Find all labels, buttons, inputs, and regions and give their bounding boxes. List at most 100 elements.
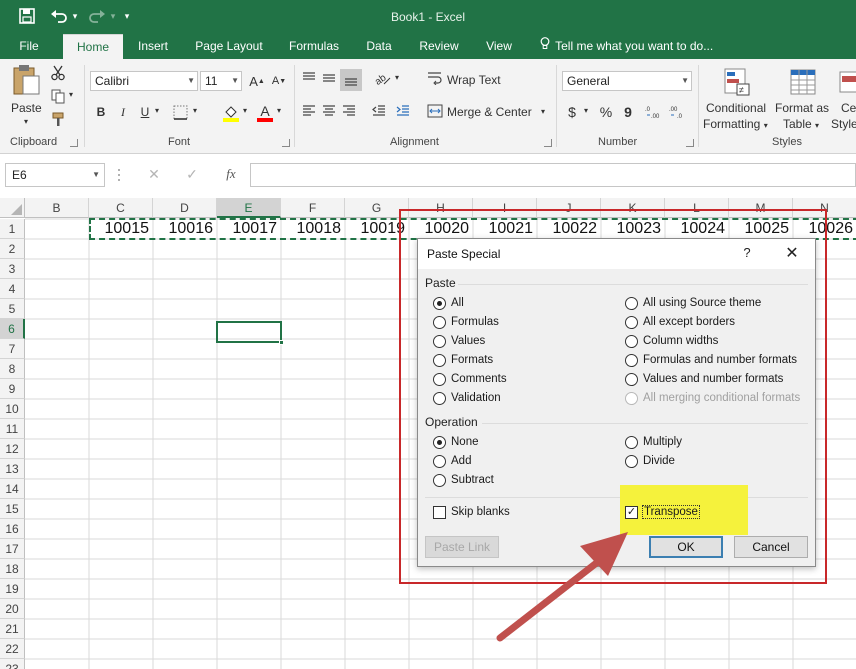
paste-all-option[interactable]: All — [433, 295, 464, 311]
row-header[interactable]: 20 — [0, 599, 25, 619]
tab-review[interactable]: Review — [412, 34, 466, 59]
column-header[interactable]: B — [25, 198, 89, 218]
cell-styles-label[interactable]: Ce — [841, 101, 856, 115]
paste-button[interactable]: Paste — [11, 101, 42, 115]
row-header[interactable]: 7 — [0, 339, 25, 359]
paste-dropdown-icon[interactable]: ▾ — [24, 117, 28, 126]
tab-formulas[interactable]: Formulas — [282, 34, 346, 59]
insert-function-icon[interactable]: fx — [220, 166, 242, 184]
grow-font-button[interactable]: A ▲ — [248, 71, 266, 91]
paste-icon[interactable] — [8, 63, 44, 97]
radio[interactable] — [625, 296, 638, 310]
number-format-select[interactable]: General ▼ — [562, 71, 692, 91]
tab-file[interactable]: File — [8, 34, 50, 59]
row-header[interactable]: 22 — [0, 639, 25, 659]
operation-none-option[interactable]: None — [433, 434, 479, 450]
row-header[interactable]: 16 — [0, 519, 25, 539]
row-header[interactable]: 6 — [0, 319, 25, 339]
row-header[interactable]: 4 — [0, 279, 25, 299]
row-header[interactable]: 5 — [0, 299, 25, 319]
row-header[interactable]: 2 — [0, 239, 25, 259]
fill-handle[interactable] — [279, 340, 284, 345]
tab-home[interactable]: Home — [63, 34, 123, 59]
operation-subtract-option[interactable]: Subtract — [433, 472, 494, 488]
comma-button[interactable]: 9 — [620, 102, 636, 122]
tab-insert[interactable]: Insert — [130, 34, 176, 59]
percent-button[interactable]: % — [597, 102, 615, 122]
cut-icon[interactable] — [48, 63, 68, 83]
radio[interactable] — [433, 353, 446, 367]
ok-button[interactable]: OK — [649, 536, 723, 558]
paste-except-borders-option[interactable]: All except borders — [625, 314, 735, 330]
row-header[interactable]: 1 — [0, 219, 25, 239]
underline-button[interactable]: U — [136, 102, 154, 122]
wrap-text-icon[interactable] — [426, 69, 444, 87]
radio[interactable] — [625, 315, 638, 329]
row-header[interactable]: 3 — [0, 259, 25, 279]
merge-center-icon[interactable] — [426, 102, 444, 120]
number-launcher-icon[interactable] — [686, 139, 694, 147]
select-all-corner[interactable] — [0, 198, 25, 218]
paste-formats-option[interactable]: Formats — [433, 352, 493, 368]
row-header[interactable]: 11 — [0, 419, 25, 439]
format-as-table-label-2[interactable]: Table ▾ — [783, 117, 819, 131]
orientation-dropdown-icon[interactable]: ▾ — [395, 73, 399, 82]
decrease-decimal-icon[interactable]: .00.0 — [668, 102, 688, 122]
align-right-icon[interactable] — [340, 102, 358, 120]
align-left-icon[interactable] — [300, 102, 318, 120]
format-as-table-icon[interactable] — [788, 65, 818, 99]
copy-dropdown-icon[interactable]: ▾ — [69, 90, 73, 99]
paste-column-widths-option[interactable]: Column widths — [625, 333, 718, 349]
row-header[interactable]: 21 — [0, 619, 25, 639]
conditional-formatting-label[interactable]: Conditional — [706, 101, 766, 115]
shrink-font-button[interactable]: A ▼ — [270, 71, 288, 91]
radio[interactable] — [433, 473, 446, 487]
bottom-align-icon[interactable] — [340, 69, 362, 91]
close-icon[interactable]: ✕ — [781, 243, 803, 265]
conditional-formatting-label-2[interactable]: Formatting ▾ — [703, 117, 768, 131]
clipboard-launcher-icon[interactable] — [70, 139, 78, 147]
tab-data[interactable]: Data — [358, 34, 400, 59]
tab-page-layout[interactable]: Page Layout — [188, 34, 270, 59]
increase-decimal-icon[interactable]: .0.00 — [644, 102, 664, 122]
row-header[interactable]: 18 — [0, 559, 25, 579]
radio[interactable] — [625, 454, 638, 468]
format-as-table-label[interactable]: Format as — [775, 101, 829, 115]
currency-button[interactable]: $ — [564, 102, 580, 122]
row-header[interactable]: 17 — [0, 539, 25, 559]
cancel-entry-icon[interactable]: ✕ — [145, 166, 163, 184]
radio[interactable] — [625, 372, 638, 386]
radio[interactable] — [433, 315, 446, 329]
tell-me-box[interactable]: Tell me what you want to do... — [540, 34, 713, 59]
row-header[interactable]: 13 — [0, 459, 25, 479]
radio[interactable] — [625, 334, 638, 348]
row-header[interactable]: 14 — [0, 479, 25, 499]
increase-indent-icon[interactable] — [394, 102, 412, 120]
align-center-icon[interactable] — [320, 102, 338, 120]
font-color-icon[interactable]: A — [255, 102, 275, 124]
top-align-icon[interactable] — [300, 69, 318, 87]
borders-dropdown-icon[interactable]: ▾ — [193, 106, 197, 115]
paste-source-theme-option[interactable]: All using Source theme — [625, 295, 761, 311]
radio[interactable] — [625, 353, 638, 367]
bold-button[interactable]: B — [92, 102, 110, 122]
font-launcher-icon[interactable] — [282, 139, 290, 147]
column-header[interactable]: C — [89, 198, 153, 218]
paste-comments-option[interactable]: Comments — [433, 371, 507, 387]
paste-validation-option[interactable]: Validation — [433, 390, 501, 406]
row-header[interactable]: 9 — [0, 379, 25, 399]
font-color-dropdown-icon[interactable]: ▾ — [277, 106, 281, 115]
row-header[interactable]: 15 — [0, 499, 25, 519]
middle-align-icon[interactable] — [320, 69, 338, 87]
enter-entry-icon[interactable]: ✓ — [183, 166, 201, 184]
borders-icon[interactable] — [168, 102, 192, 122]
alignment-launcher-icon[interactable] — [544, 139, 552, 147]
paste-formulas-number-formats-option[interactable]: Formulas and number formats — [625, 352, 797, 368]
row-header[interactable]: 23 — [0, 659, 25, 669]
row-header[interactable]: 8 — [0, 359, 25, 379]
column-header[interactable]: D — [153, 198, 217, 218]
name-box[interactable]: E6 ▼ — [5, 163, 105, 187]
radio[interactable] — [433, 334, 446, 348]
copy-icon[interactable] — [48, 86, 68, 106]
checkbox[interactable] — [433, 505, 446, 519]
